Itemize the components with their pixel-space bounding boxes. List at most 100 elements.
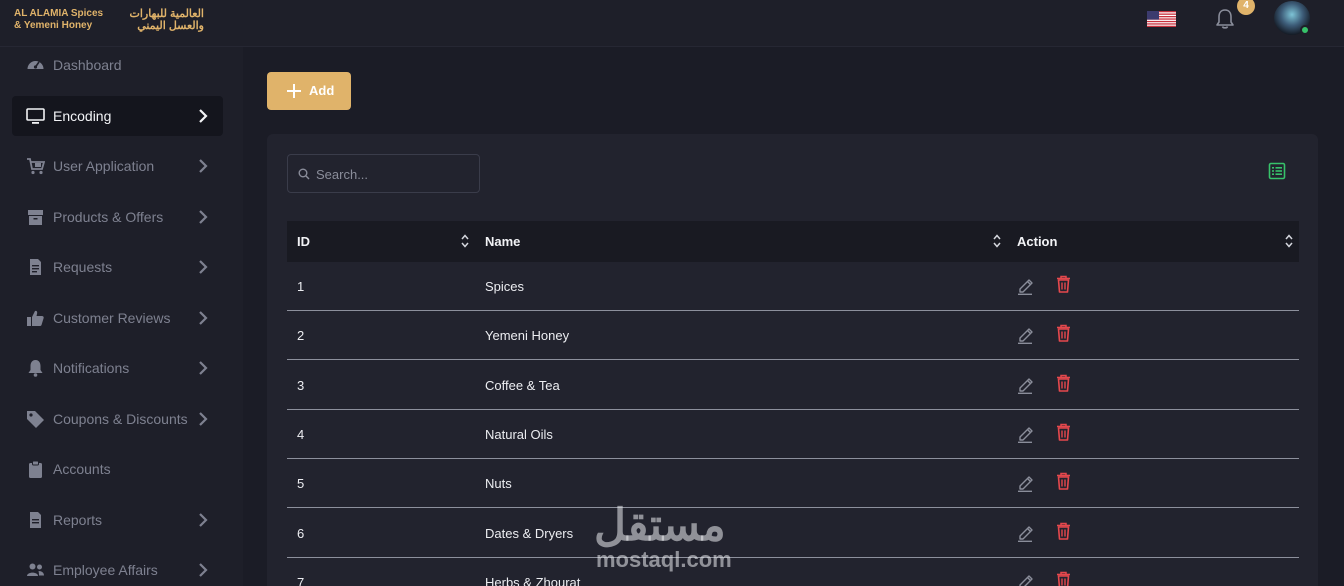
logo-line2-ar: والعسل اليمني bbox=[137, 20, 204, 32]
table-header: ID Name Action bbox=[287, 221, 1299, 262]
notification-count-badge: 4 bbox=[1237, 0, 1255, 15]
chevron-right-icon bbox=[199, 109, 208, 123]
logo-line1-en: AL ALAMIA Spices bbox=[14, 8, 104, 19]
sidebar-item-label: Dashboard bbox=[53, 57, 122, 73]
bell-icon bbox=[28, 360, 43, 377]
cell-id: 4 bbox=[297, 426, 305, 442]
table-row: 4 Natural Oils bbox=[287, 410, 1299, 459]
cart-icon bbox=[27, 158, 45, 175]
brand-logo[interactable]: AL ALAMIA Spices & Yemeni Honey العالمية… bbox=[14, 8, 204, 34]
edit-icon[interactable] bbox=[1017, 375, 1033, 394]
main-content: Add ID Name Action bbox=[243, 47, 1344, 586]
us-flag-icon[interactable] bbox=[1147, 11, 1176, 27]
cell-name: Nuts bbox=[485, 476, 512, 492]
monitor-icon bbox=[26, 108, 45, 124]
plus-icon bbox=[287, 84, 301, 98]
trash-icon[interactable] bbox=[1056, 472, 1071, 490]
sidebar-item-reports[interactable]: Reports bbox=[12, 500, 223, 540]
trash-icon[interactable] bbox=[1056, 374, 1071, 392]
edit-icon[interactable] bbox=[1017, 523, 1033, 542]
edit-icon[interactable] bbox=[1017, 473, 1033, 493]
sidebar-item-label: User Application bbox=[53, 158, 155, 174]
table-row: 1 Spices bbox=[287, 262, 1299, 311]
sidebar-item-label: Encoding bbox=[53, 108, 112, 124]
cell-name: Yemeni Honey bbox=[485, 328, 570, 344]
sidebar-item-accounts[interactable]: Accounts bbox=[12, 449, 223, 489]
edit-icon[interactable] bbox=[1017, 325, 1033, 345]
sidebar-item-label: Requests bbox=[53, 259, 113, 275]
sort-action-icon[interactable] bbox=[1284, 233, 1294, 249]
cell-id: 3 bbox=[297, 377, 305, 393]
export-list-icon[interactable] bbox=[1268, 162, 1286, 180]
sidebar-item-user-application[interactable]: User Application bbox=[12, 146, 223, 186]
sidebar-item-label: Coupons & Discounts bbox=[53, 411, 188, 427]
cell-name: Coffee & Tea bbox=[485, 377, 560, 393]
sidebar-item-products-offers[interactable]: Products & Offers bbox=[12, 197, 223, 237]
online-status-dot bbox=[1300, 25, 1310, 35]
chevron-right-icon bbox=[199, 210, 208, 224]
cell-id: 7 bbox=[297, 574, 305, 586]
box-icon bbox=[28, 210, 43, 225]
search-input[interactable] bbox=[316, 164, 466, 184]
table-row: 6 Dates & Dryers bbox=[287, 509, 1299, 558]
document-icon bbox=[30, 259, 41, 275]
chevron-right-icon bbox=[199, 361, 208, 375]
cell-id: 6 bbox=[297, 525, 305, 541]
column-header-action[interactable]: Action bbox=[1017, 234, 1057, 249]
trash-icon[interactable] bbox=[1056, 324, 1071, 343]
clipboard-icon bbox=[29, 460, 42, 478]
sidebar-item-label: Notifications bbox=[53, 360, 130, 376]
sidebar-item-label: Products & Offers bbox=[53, 209, 164, 225]
trash-icon[interactable] bbox=[1056, 275, 1071, 293]
trash-icon[interactable] bbox=[1056, 423, 1071, 441]
table-row: 3 Coffee & Tea bbox=[287, 361, 1299, 410]
chevron-right-icon bbox=[199, 311, 208, 325]
add-button-label: Add bbox=[309, 83, 335, 98]
chevron-right-icon bbox=[199, 260, 208, 274]
table-row: 2 Yemeni Honey bbox=[287, 311, 1299, 361]
cell-name: Dates & Dryers bbox=[485, 525, 574, 541]
chevron-right-icon bbox=[199, 159, 208, 173]
sort-id-icon[interactable] bbox=[460, 233, 470, 249]
search-box bbox=[287, 154, 480, 193]
sidebar-item-label: Accounts bbox=[53, 461, 111, 477]
sidebar-item-notifications[interactable]: Notifications bbox=[12, 348, 223, 388]
cell-name: Spices bbox=[485, 279, 525, 294]
cell-name: Herbs & Zhourat bbox=[485, 574, 581, 586]
chevron-right-icon bbox=[199, 513, 208, 527]
sidebar-item-customer-reviews[interactable]: Customer Reviews bbox=[12, 298, 223, 338]
edit-icon[interactable] bbox=[1017, 424, 1033, 443]
logo-line2-en: & Yemeni Honey bbox=[14, 20, 93, 31]
sidebar-item-label: Customer Reviews bbox=[53, 310, 171, 326]
notification-bell-icon[interactable] bbox=[1213, 8, 1237, 30]
tag-icon bbox=[27, 411, 44, 428]
table-row: 7 Herbs & Zhourat bbox=[287, 558, 1299, 586]
sidebar-item-requests[interactable]: Requests bbox=[12, 247, 223, 287]
report-icon bbox=[30, 512, 41, 528]
sidebar-item-encoding[interactable]: Encoding bbox=[12, 96, 223, 136]
sidebar-item-employee-affairs[interactable]: Employee Affairs bbox=[12, 550, 223, 586]
top-bar: AL ALAMIA Spices & Yemeni Honey العالمية… bbox=[0, 0, 1344, 47]
chevron-right-icon bbox=[199, 412, 208, 426]
edit-icon[interactable] bbox=[1017, 572, 1033, 586]
sidebar-item-label: Employee Affairs bbox=[53, 562, 158, 578]
trash-icon[interactable] bbox=[1056, 571, 1071, 586]
trash-icon[interactable] bbox=[1056, 522, 1071, 540]
cell-id: 2 bbox=[297, 328, 305, 344]
chevron-right-icon bbox=[199, 563, 208, 577]
cell-id: 1 bbox=[297, 279, 305, 294]
encoding-table-card: ID Name Action 1 Spices 2 Yemeni Honey 3 Coff… bbox=[267, 134, 1318, 586]
sidebar-item-label: Reports bbox=[53, 512, 103, 528]
sidebar-item-dashboard[interactable]: Dashboard bbox=[12, 45, 223, 85]
column-header-id[interactable]: ID bbox=[297, 234, 310, 249]
dashboard-icon bbox=[27, 61, 44, 69]
users-icon bbox=[27, 563, 44, 576]
sort-name-icon[interactable] bbox=[992, 233, 1002, 249]
sidebar-item-coupons-discounts[interactable]: Coupons & Discounts bbox=[12, 399, 223, 439]
cell-name: Natural Oils bbox=[485, 426, 553, 442]
edit-icon[interactable] bbox=[1017, 276, 1033, 295]
add-button[interactable]: Add bbox=[267, 72, 351, 110]
search-icon bbox=[298, 168, 310, 180]
table-row: 5 Nuts bbox=[287, 459, 1299, 509]
column-header-name[interactable]: Name bbox=[485, 234, 520, 249]
